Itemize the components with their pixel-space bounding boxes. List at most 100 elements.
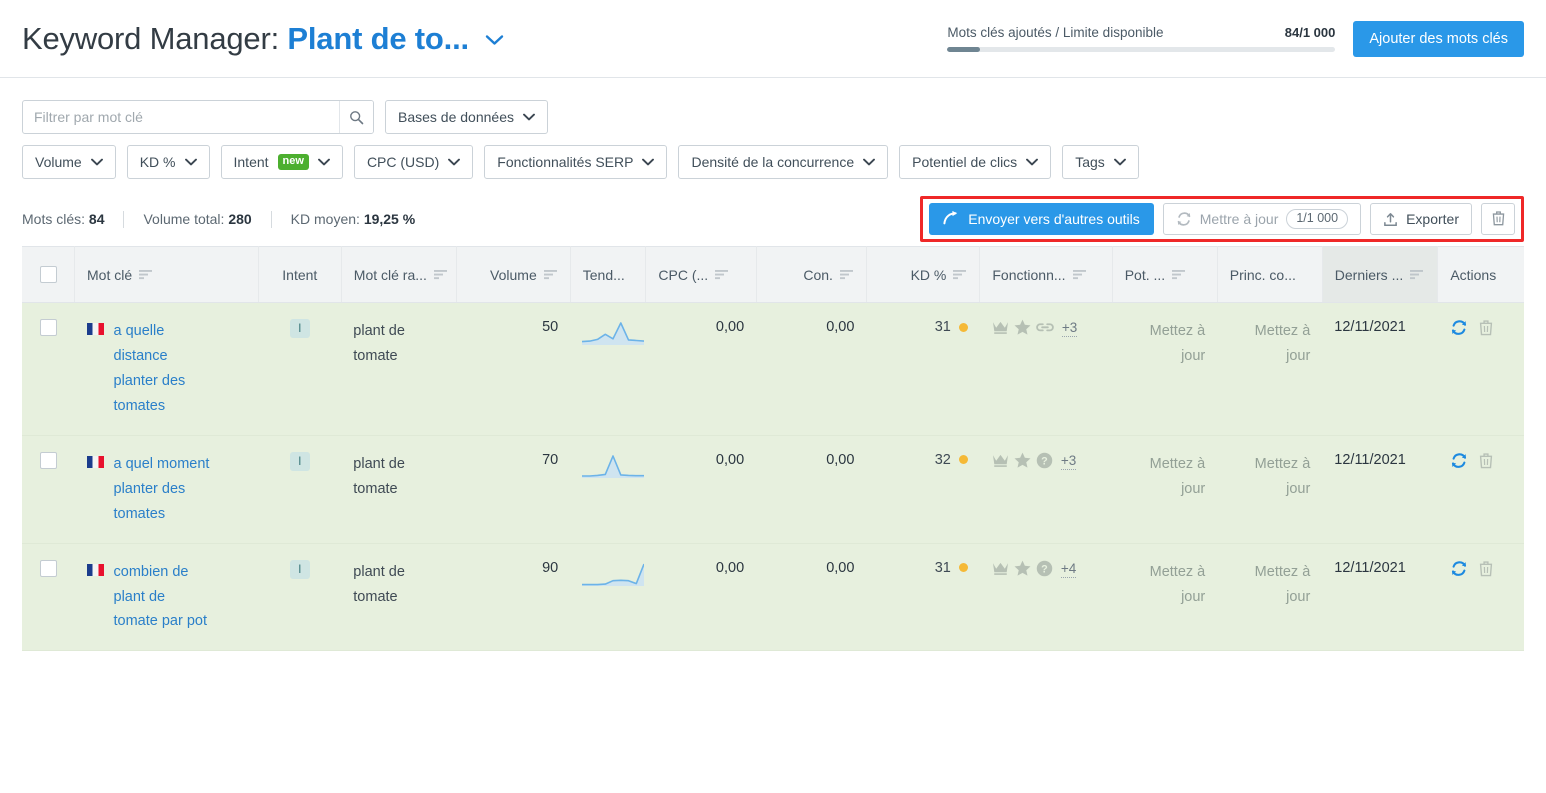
add-keywords-button[interactable]: Ajouter des mots clés xyxy=(1353,20,1524,57)
refresh-icon[interactable] xyxy=(1450,452,1468,469)
volume-value: 70 xyxy=(542,451,559,468)
column-header-cpc[interactable]: CPC (... xyxy=(645,246,757,303)
sort-icon[interactable] xyxy=(433,269,448,280)
keyword-link[interactable]: a quel moment planter des tomates xyxy=(114,452,210,527)
kd-status-dot xyxy=(958,322,968,332)
sort-icon[interactable] xyxy=(139,269,153,280)
export-button-label: Exporter xyxy=(1406,211,1459,227)
stat-keywords-value: 84 xyxy=(88,211,105,227)
cell-keyword-ratio: plant de tomate xyxy=(341,543,457,652)
filter-pill-cpc-usd[interactable]: CPC (USD) xyxy=(353,145,474,179)
keyword-filter-field[interactable] xyxy=(22,100,374,134)
cell-trend xyxy=(570,302,646,436)
search-icon[interactable] xyxy=(339,101,373,133)
send-to-other-tools-button[interactable]: Envoyer vers d'autres outils xyxy=(929,203,1154,235)
question-icon: ? xyxy=(1036,560,1053,581)
filter-pill-label: Potentiel de clics xyxy=(912,154,1018,170)
cell-main-competitor: Mettez à jour xyxy=(1217,302,1323,436)
competition-value: 0,00 xyxy=(826,559,855,576)
column-header-competition[interactable]: Con. xyxy=(756,246,867,303)
serp-features-more[interactable]: +3 xyxy=(1061,320,1078,337)
serp-features-more[interactable]: +3 xyxy=(1060,453,1077,471)
column-header-click-potential[interactable]: Pot. ... xyxy=(1112,246,1218,303)
delete-selected-button[interactable] xyxy=(1481,203,1515,235)
sort-icon[interactable] xyxy=(953,269,967,280)
main-competitor-update-link[interactable]: Mettez à jour xyxy=(1229,452,1311,502)
filter-pill-kd[interactable]: KD % xyxy=(126,145,210,179)
keywords-table-container: Mot clé Intent Mot clé ra... Volume Tend... C… xyxy=(0,246,1546,652)
keyword-limit-label: Mots clés ajoutés / Limite disponible xyxy=(947,25,1164,40)
filter-pill-intent[interactable]: Intent new xyxy=(220,145,343,179)
click-potential-update-link[interactable]: Mettez à jour xyxy=(1124,452,1206,502)
refresh-icon[interactable] xyxy=(1450,319,1468,336)
sort-icon[interactable] xyxy=(839,269,854,280)
trash-icon[interactable] xyxy=(1478,560,1494,577)
click-potential-update-link[interactable]: Mettez à jour xyxy=(1124,560,1206,610)
cell-last-update: 12/11/2021 xyxy=(1322,435,1438,544)
column-header-label: Derniers ... xyxy=(1334,266,1404,283)
sort-icon[interactable] xyxy=(543,269,558,280)
filter-pill-densit-de-la-concurrence[interactable]: Densité de la concurrence xyxy=(678,145,889,179)
intent-badge[interactable]: I xyxy=(289,451,310,471)
column-header-last-update[interactable]: Derniers ... xyxy=(1322,246,1439,303)
star-icon xyxy=(1014,560,1031,580)
cell-cpc: 0,00 xyxy=(645,302,757,436)
trash-icon[interactable] xyxy=(1478,319,1494,336)
databases-dropdown[interactable]: Bases de données xyxy=(385,100,548,134)
main-competitor-update-link[interactable]: Mettez à jour xyxy=(1229,319,1311,369)
chevron-down-icon xyxy=(184,157,197,169)
sort-icon[interactable] xyxy=(1410,269,1424,280)
column-header-volume[interactable]: Volume xyxy=(456,246,571,303)
refresh-icon[interactable] xyxy=(1450,560,1468,577)
flag-icon-fr xyxy=(86,455,104,468)
stat-total-volume-label: Volume total: xyxy=(143,211,225,227)
keyword-ratio-value: plant de tomate xyxy=(353,563,405,605)
main-competitor-update-link[interactable]: Mettez à jour xyxy=(1229,560,1311,610)
select-all-checkbox[interactable] xyxy=(39,266,57,283)
filter-pill-fonctionnalit-s-serp[interactable]: Fonctionnalités SERP xyxy=(484,145,668,179)
export-button[interactable]: Exporter xyxy=(1370,203,1472,235)
sort-icon[interactable] xyxy=(715,269,729,280)
cell-row-select xyxy=(22,435,75,544)
keyword-link[interactable]: combien de plant de tomate par pot xyxy=(114,560,210,635)
search-input[interactable] xyxy=(23,101,339,133)
column-header-label: Fonctionn... xyxy=(992,266,1066,283)
row-checkbox[interactable] xyxy=(39,559,57,577)
filter-pill-label: KD % xyxy=(139,154,176,170)
filter-pill-potentiel-de-clics[interactable]: Potentiel de clics xyxy=(899,145,1052,179)
update-button[interactable]: Mettre à jour 1/1 000 xyxy=(1162,203,1362,235)
send-to-other-tools-label: Envoyer vers d'autres outils xyxy=(968,211,1140,227)
column-header-keyword-ratio[interactable]: Mot clé ra... xyxy=(341,246,458,303)
column-header-keyword-difficulty[interactable]: KD % xyxy=(866,246,981,303)
sort-icon[interactable] xyxy=(1072,269,1087,280)
row-checkbox[interactable] xyxy=(39,451,57,469)
svg-text:?: ? xyxy=(1041,455,1048,467)
column-header-label: Intent xyxy=(282,266,318,283)
cpc-value: 0,00 xyxy=(715,559,745,576)
cell-actions xyxy=(1437,435,1524,544)
cell-last-update: 12/11/2021 xyxy=(1322,543,1438,652)
stat-total-volume: Volume total: 280 xyxy=(143,211,251,227)
sort-icon[interactable] xyxy=(1172,269,1186,280)
serp-features-more[interactable]: +4 xyxy=(1060,561,1077,578)
column-header-label: Tend... xyxy=(582,266,625,283)
column-header-serp-features[interactable]: Fonctionn... xyxy=(979,246,1113,303)
cell-intent: I xyxy=(258,543,342,652)
click-potential-update-link[interactable]: Mettez à jour xyxy=(1124,319,1206,369)
column-header-keyword[interactable]: Mot clé xyxy=(74,246,259,303)
intent-badge[interactable]: I xyxy=(289,319,310,338)
row-checkbox[interactable] xyxy=(39,319,57,336)
chevron-down-icon xyxy=(523,112,535,124)
cell-volume: 90 xyxy=(456,543,571,652)
intent-badge[interactable]: I xyxy=(289,559,310,579)
table-body: a quelle distance planter des tomates Ipl… xyxy=(22,302,1524,652)
keyword-link[interactable]: a quelle distance planter des tomates xyxy=(114,319,210,419)
competition-value: 0,00 xyxy=(826,451,855,468)
filter-pill-volume[interactable]: Volume xyxy=(22,145,116,179)
crown-icon xyxy=(992,320,1009,339)
cell-intent: I xyxy=(258,302,342,436)
trash-icon[interactable] xyxy=(1478,452,1494,469)
filter-pill-tags[interactable]: Tags xyxy=(1062,145,1139,179)
chevron-down-icon[interactable] xyxy=(485,31,504,50)
new-badge: new xyxy=(277,154,309,170)
